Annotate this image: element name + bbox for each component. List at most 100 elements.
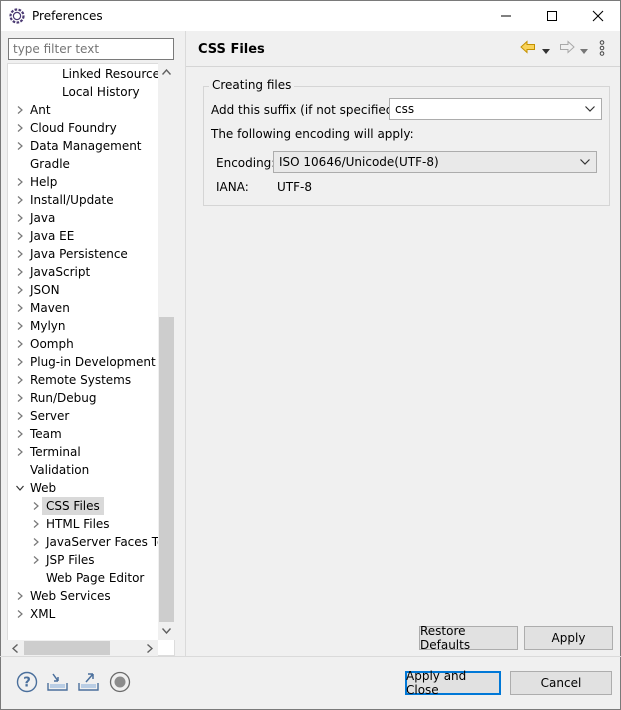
tree-item[interactable]: Install/Update <box>8 191 158 209</box>
tree-item[interactable]: Ant <box>8 101 158 119</box>
tree-item-label: JSP Files <box>46 553 95 567</box>
chevron-right-icon[interactable] <box>16 286 24 294</box>
tree-item[interactable]: Mylyn <box>8 317 158 335</box>
chevron-right-icon[interactable] <box>16 430 24 438</box>
chevron-down-icon[interactable] <box>16 484 24 492</box>
chevron-right-icon[interactable] <box>32 520 40 528</box>
tree-item-label: Gradle <box>30 157 70 171</box>
tree-item[interactable]: Java Persistence <box>8 245 158 263</box>
tree-item[interactable]: Run/Debug <box>8 389 158 407</box>
tree-item[interactable]: Local History <box>8 83 158 101</box>
tree-item[interactable]: Gradle <box>8 155 158 173</box>
chevron-right-icon[interactable] <box>16 448 24 456</box>
apply-and-close-button[interactable]: Apply and Close <box>405 669 501 697</box>
tree-item-label: Remote Systems <box>30 373 132 387</box>
horizontal-scroll-thumb[interactable] <box>24 641 110 655</box>
back-button[interactable] <box>520 40 536 58</box>
chevron-right-icon[interactable] <box>16 340 24 348</box>
apply-button[interactable]: Apply <box>524 626 613 650</box>
tree-item[interactable]: XML <box>8 605 158 623</box>
tree-item[interactable]: Plug-in Development <box>8 353 158 371</box>
tree-item[interactable]: Maven <box>8 299 158 317</box>
title-separator <box>186 66 620 67</box>
chevron-right-icon[interactable] <box>16 268 24 276</box>
chevron-right-icon[interactable] <box>32 556 40 564</box>
chevron-right-icon[interactable] <box>16 304 24 312</box>
chevron-right-icon[interactable] <box>16 142 24 150</box>
filter-input[interactable] <box>8 38 174 60</box>
tree-item[interactable]: Data Management <box>8 137 158 155</box>
tree-item[interactable]: Oomph <box>8 335 158 353</box>
suffix-combo[interactable]: css <box>389 98 602 120</box>
tree-item[interactable]: JavaScript <box>8 263 158 281</box>
encoding-label: Encoding: <box>216 156 276 170</box>
tree-item[interactable]: CSS Files <box>8 497 158 515</box>
record-button[interactable] <box>109 671 131 693</box>
tree-item[interactable]: HTML Files <box>8 515 158 533</box>
chevron-right-icon[interactable] <box>16 394 24 402</box>
tree-item[interactable]: Linked Resources <box>8 65 166 83</box>
chevron-right-icon[interactable] <box>16 106 24 114</box>
back-menu-button[interactable] <box>542 44 550 62</box>
restore-defaults-button[interactable]: Restore Defaults <box>419 624 518 652</box>
vertical-scroll-thumb[interactable] <box>159 317 174 622</box>
encoding-combo[interactable]: ISO 10646/Unicode(UTF-8) <box>273 151 597 173</box>
scroll-up-icon[interactable] <box>159 65 173 79</box>
chevron-right-icon[interactable] <box>16 178 24 186</box>
chevron-right-icon[interactable] <box>16 124 24 132</box>
close-icon <box>592 10 604 22</box>
chevron-right-icon[interactable] <box>16 232 24 240</box>
chevron-right-icon[interactable] <box>16 214 24 222</box>
chevron-right-icon[interactable] <box>32 502 40 510</box>
tree-item[interactable]: Remote Systems <box>8 371 158 389</box>
tree-item[interactable]: Web <box>8 479 158 497</box>
tree-horizontal-scrollbar[interactable] <box>7 640 158 656</box>
chevron-right-icon[interactable] <box>16 592 24 600</box>
tree-item-label: Server <box>30 409 70 423</box>
encoding-value: ISO 10646/Unicode(UTF-8) <box>279 155 439 169</box>
eclipse-gear-icon <box>9 8 25 24</box>
back-arrow-icon <box>520 40 535 54</box>
close-button[interactable] <box>575 1 621 31</box>
tree-item[interactable]: Team <box>8 425 158 443</box>
view-menu-button[interactable] <box>599 40 605 58</box>
chevron-right-icon[interactable] <box>16 412 24 420</box>
forward-menu-button[interactable] <box>580 44 588 62</box>
scroll-down-icon[interactable] <box>159 624 173 638</box>
minimize-button[interactable] <box>483 1 529 31</box>
forward-arrow-icon <box>560 40 575 54</box>
tree-item[interactable]: Web Page Editor <box>8 569 158 587</box>
window-title: Preferences <box>32 9 103 23</box>
forward-button[interactable] <box>559 40 575 58</box>
tree-item[interactable]: Validation <box>8 461 158 479</box>
tree-item[interactable]: Cloud Foundry <box>8 119 158 137</box>
tree-item[interactable]: JavaServer Faces Too <box>8 533 172 551</box>
preference-tree[interactable]: Linked Resources Local History Ant Cloud Fo… <box>7 63 175 656</box>
scroll-right-icon[interactable] <box>143 641 157 655</box>
tree-item-label: HTML Files <box>46 517 110 531</box>
chevron-right-icon[interactable] <box>32 538 40 546</box>
tree-item-label: Cloud Foundry <box>30 121 117 135</box>
tree-item[interactable]: Web Services <box>8 587 158 605</box>
help-button[interactable]: ? <box>16 671 38 693</box>
tree-item[interactable]: JSP Files <box>8 551 158 569</box>
chevron-right-icon[interactable] <box>16 322 24 330</box>
tree-item[interactable]: Server <box>8 407 158 425</box>
tree-item[interactable]: Terminal <box>8 443 158 461</box>
import-button[interactable] <box>46 671 68 693</box>
scroll-left-icon[interactable] <box>8 641 22 655</box>
tree-item[interactable]: Help <box>8 173 158 191</box>
cancel-button[interactable]: Cancel <box>510 671 612 695</box>
tree-item[interactable]: Java <box>8 209 158 227</box>
chevron-right-icon[interactable] <box>16 376 24 384</box>
chevron-right-icon[interactable] <box>16 358 24 366</box>
chevron-right-icon[interactable] <box>16 250 24 258</box>
tree-item[interactable]: Java EE <box>8 227 158 245</box>
tree-item[interactable]: JSON <box>8 281 158 299</box>
maximize-button[interactable] <box>529 1 575 31</box>
chevron-right-icon[interactable] <box>16 610 24 618</box>
tree-vertical-scrollbar[interactable] <box>158 63 175 640</box>
chevron-right-icon[interactable] <box>16 196 24 204</box>
export-button[interactable] <box>77 671 99 693</box>
import-icon <box>47 673 68 691</box>
